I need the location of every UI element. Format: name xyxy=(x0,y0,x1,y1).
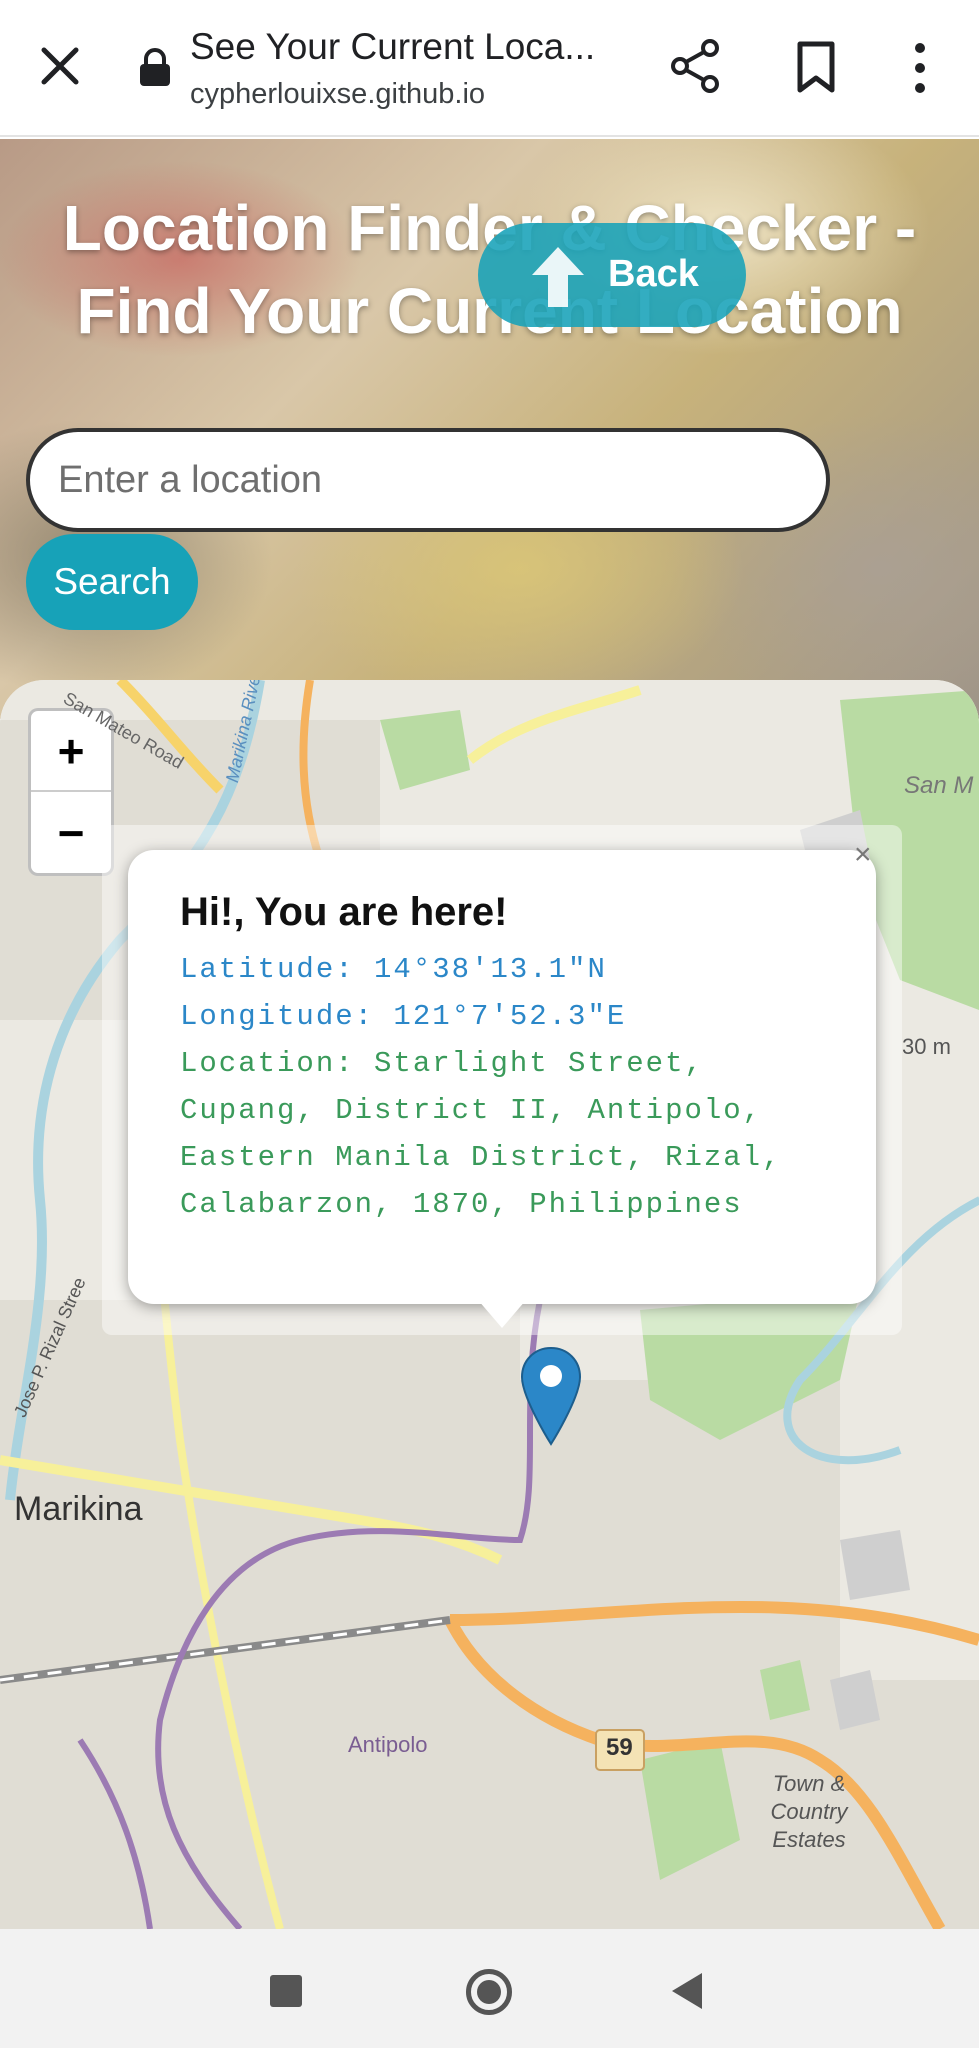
search-button[interactable]: Search xyxy=(26,534,198,630)
map-label-antipolo: Antipolo xyxy=(348,1732,428,1757)
page-title: See Your Current Loca... xyxy=(190,26,596,67)
map-label-marikina: Marikina xyxy=(14,1490,143,1528)
popup-heading: Hi!, You are here! xyxy=(180,890,508,934)
close-icon[interactable] xyxy=(36,42,84,90)
hero-section: Location Finder & Checker - Find Your Cu… xyxy=(0,139,979,719)
popup-details: Latitude: 14°38'13.1"N Longitude: 121°7'… xyxy=(180,946,840,1228)
lock-icon xyxy=(140,48,170,86)
share-icon[interactable] xyxy=(668,38,724,94)
map-marker-icon[interactable] xyxy=(520,1346,582,1446)
popup-close-button[interactable]: × xyxy=(854,838,872,872)
browser-toolbar: See Your Current Loca... cypherlouixse.g… xyxy=(0,0,979,137)
back-nav-button[interactable] xyxy=(672,1973,702,2009)
page-url[interactable]: cypherlouixse.github.io xyxy=(190,78,485,111)
system-nav-bar xyxy=(0,1929,979,2048)
route-shield-label: 59 xyxy=(606,1734,633,1761)
bookmark-icon[interactable] xyxy=(792,40,840,94)
popup-latitude: Latitude: 14°38'13.1"N xyxy=(180,953,607,986)
popup-tip xyxy=(478,1300,526,1328)
map-label-elevation: 30 m xyxy=(902,1034,951,1059)
search-input[interactable] xyxy=(26,428,830,532)
popup-longitude: Longitude: 121°7'52.3"E xyxy=(180,1000,627,1033)
map-view[interactable]: + − Marikina Antipolo Town & Country Est… xyxy=(0,680,979,1929)
arrow-up-icon xyxy=(532,247,584,307)
popup-location: Location: Starlight Street, Cupang, Dist… xyxy=(180,1047,782,1221)
home-button[interactable] xyxy=(466,1969,512,2015)
more-vert-icon[interactable] xyxy=(900,40,940,96)
location-popup: Hi!, You are here! Latitude: 14°38'13.1"… xyxy=(128,850,876,1304)
back-button-label: Back xyxy=(608,253,699,295)
recents-button[interactable] xyxy=(270,1975,302,2007)
map-label-town-country: Town & Country Estates xyxy=(770,1771,848,1852)
back-button[interactable]: Back xyxy=(478,223,746,327)
zoom-out-button[interactable]: − xyxy=(31,792,111,873)
map-label-san-m: San M xyxy=(904,772,974,799)
